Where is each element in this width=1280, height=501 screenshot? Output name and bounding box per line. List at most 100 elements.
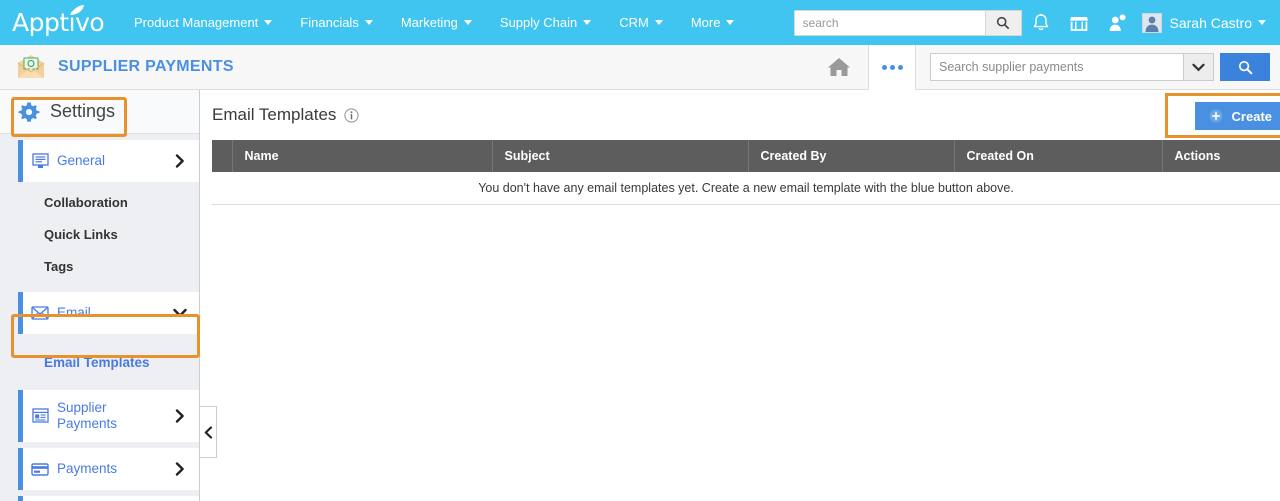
nav-label: Supply Chain xyxy=(499,15,578,30)
content-header: Email Templates Create xyxy=(200,90,1280,140)
user-avatar-icon xyxy=(1145,16,1159,32)
table-empty-row: You don't have any email templates yet. … xyxy=(212,172,1280,205)
sidebar-item-label: Email Templates xyxy=(44,354,150,370)
chevron-down-icon xyxy=(364,20,373,25)
table-header-created-on[interactable]: Created On xyxy=(954,140,1163,172)
add-user-icon xyxy=(1109,13,1126,31)
app-search-dropdown[interactable] xyxy=(1183,54,1213,80)
sidebar-item-label: Quick Links xyxy=(44,226,118,242)
chevron-down-icon xyxy=(1258,20,1266,25)
table-empty-message: You don't have any email templates yet. … xyxy=(212,172,1280,205)
main-menu: Product Management Financials Marketing … xyxy=(120,0,748,45)
store-icon xyxy=(1069,17,1088,31)
user-menu[interactable]: Sarah Castro xyxy=(1136,0,1270,45)
supplier-payments-icon xyxy=(16,54,46,80)
sidebar-item-email[interactable]: Email xyxy=(18,292,199,334)
notifications-button[interactable] xyxy=(1022,0,1060,45)
three-dots-icon xyxy=(881,64,887,70)
table-header-actions[interactable]: Actions xyxy=(1162,140,1280,172)
avatar xyxy=(1141,12,1162,33)
nav-item-crm[interactable]: CRM xyxy=(605,0,677,45)
gear-icon xyxy=(18,102,40,122)
add-user-button[interactable] xyxy=(1098,0,1136,45)
home-button[interactable] xyxy=(810,45,868,90)
table-header-created-by[interactable]: Created By xyxy=(748,140,955,172)
sidebar-collapse-button[interactable] xyxy=(200,406,217,458)
global-search xyxy=(793,9,1022,36)
sidebar-item-quick-links[interactable]: Quick Links xyxy=(0,218,199,250)
sidebar-item-label: Tags xyxy=(44,258,74,274)
general-icon xyxy=(23,153,57,169)
sidebar-item-label: Supplier Payments xyxy=(57,400,118,431)
three-dots-icon xyxy=(897,64,903,70)
apptivo-logo[interactable]: Apptivo xyxy=(8,0,108,45)
sidebar-item-label: Collaboration xyxy=(44,194,128,210)
app-header-tools xyxy=(810,44,1280,90)
nav-label: Product Management xyxy=(134,15,259,30)
top-navigation-bar: Apptivo Product Management Financials Ma… xyxy=(0,0,1280,45)
nav-item-product-management[interactable]: Product Management xyxy=(120,0,286,45)
sidebar-item-label: Payments xyxy=(57,461,118,476)
nav-label: Financials xyxy=(300,15,359,30)
sidebar-item-label: General xyxy=(57,153,106,168)
info-icon[interactable] xyxy=(344,107,360,123)
main-content: Email Templates Create Name Subject Crea… xyxy=(200,90,1280,501)
page-body: Settings General Collaboration Quick Lin… xyxy=(0,90,1280,501)
sidebar-item-label: Email xyxy=(57,305,91,320)
sidebar-item-supplier-payments[interactable]: Supplier Payments xyxy=(18,390,199,442)
three-dots-icon xyxy=(889,64,895,70)
sidebar-item-collaboration[interactable]: Collaboration xyxy=(0,186,199,218)
chevron-down-icon xyxy=(264,20,273,25)
leaf-icon xyxy=(70,5,84,15)
nav-label: More xyxy=(690,15,721,30)
home-icon xyxy=(828,58,850,76)
chevron-left-icon xyxy=(204,425,212,439)
table-header-subject[interactable]: Subject xyxy=(492,140,749,172)
table-header-select-all[interactable] xyxy=(212,140,233,172)
table-header: Name Subject Created By Created On Actio… xyxy=(212,140,1280,172)
page-title: Email Templates xyxy=(212,105,337,124)
sidebar-item-general[interactable]: General xyxy=(18,140,199,182)
table-header-name[interactable]: Name xyxy=(232,140,493,172)
marketplace-button[interactable] xyxy=(1060,0,1098,45)
app-search-button[interactable] xyxy=(1220,53,1270,81)
chevron-right-icon xyxy=(169,409,191,423)
chevron-down-icon xyxy=(654,20,663,25)
chevron-right-icon xyxy=(169,154,191,168)
nav-label: Marketing xyxy=(400,15,458,30)
document-icon xyxy=(23,408,57,424)
sidebar-item-email-templates[interactable]: Email Templates xyxy=(0,342,199,382)
credit-card-icon xyxy=(23,462,57,476)
nav-item-financials[interactable]: Financials xyxy=(286,0,387,45)
app-search-box xyxy=(930,53,1214,81)
more-options-button[interactable] xyxy=(868,44,916,90)
search-icon xyxy=(1238,60,1253,75)
sidebar-item-payments[interactable]: Payments xyxy=(18,448,199,490)
bell-icon xyxy=(1033,13,1048,30)
email-templates-table: Name Subject Created By Created On Actio… xyxy=(212,140,1280,205)
chevron-down-icon xyxy=(169,308,191,318)
table-header-row: Name Subject Created By Created On Actio… xyxy=(212,140,1280,172)
nav-item-supply-chain[interactable]: Supply Chain xyxy=(486,0,605,45)
create-button-label: Create xyxy=(1231,108,1272,124)
app-search-input[interactable] xyxy=(931,54,1183,80)
user-name: Sarah Castro xyxy=(1169,14,1252,31)
create-button[interactable]: Create xyxy=(1194,102,1280,130)
envelope-icon xyxy=(23,306,57,320)
sidebar-heading-label: Settings xyxy=(50,101,116,121)
settings-sidebar: Settings General Collaboration Quick Lin… xyxy=(0,90,217,501)
chevron-down-icon xyxy=(1192,63,1205,71)
nav-item-marketing[interactable]: Marketing xyxy=(387,0,486,45)
plus-circle-icon xyxy=(1209,109,1223,123)
sidebar-item-tags[interactable]: Tags xyxy=(0,250,199,282)
sidebar-item-customize-app[interactable]: Customize App xyxy=(18,496,199,501)
global-search-button[interactable] xyxy=(984,10,1021,35)
chevron-down-icon xyxy=(583,20,592,25)
logo-text: Apptivo xyxy=(12,8,105,37)
nav-item-more[interactable]: More xyxy=(677,0,749,45)
sidebar-heading-settings[interactable]: Settings xyxy=(0,90,199,134)
search-icon xyxy=(996,16,1010,29)
global-search-input[interactable] xyxy=(794,10,985,35)
table-body: You don't have any email templates yet. … xyxy=(212,172,1280,205)
top-right-tools: Sarah Castro xyxy=(793,0,1270,45)
